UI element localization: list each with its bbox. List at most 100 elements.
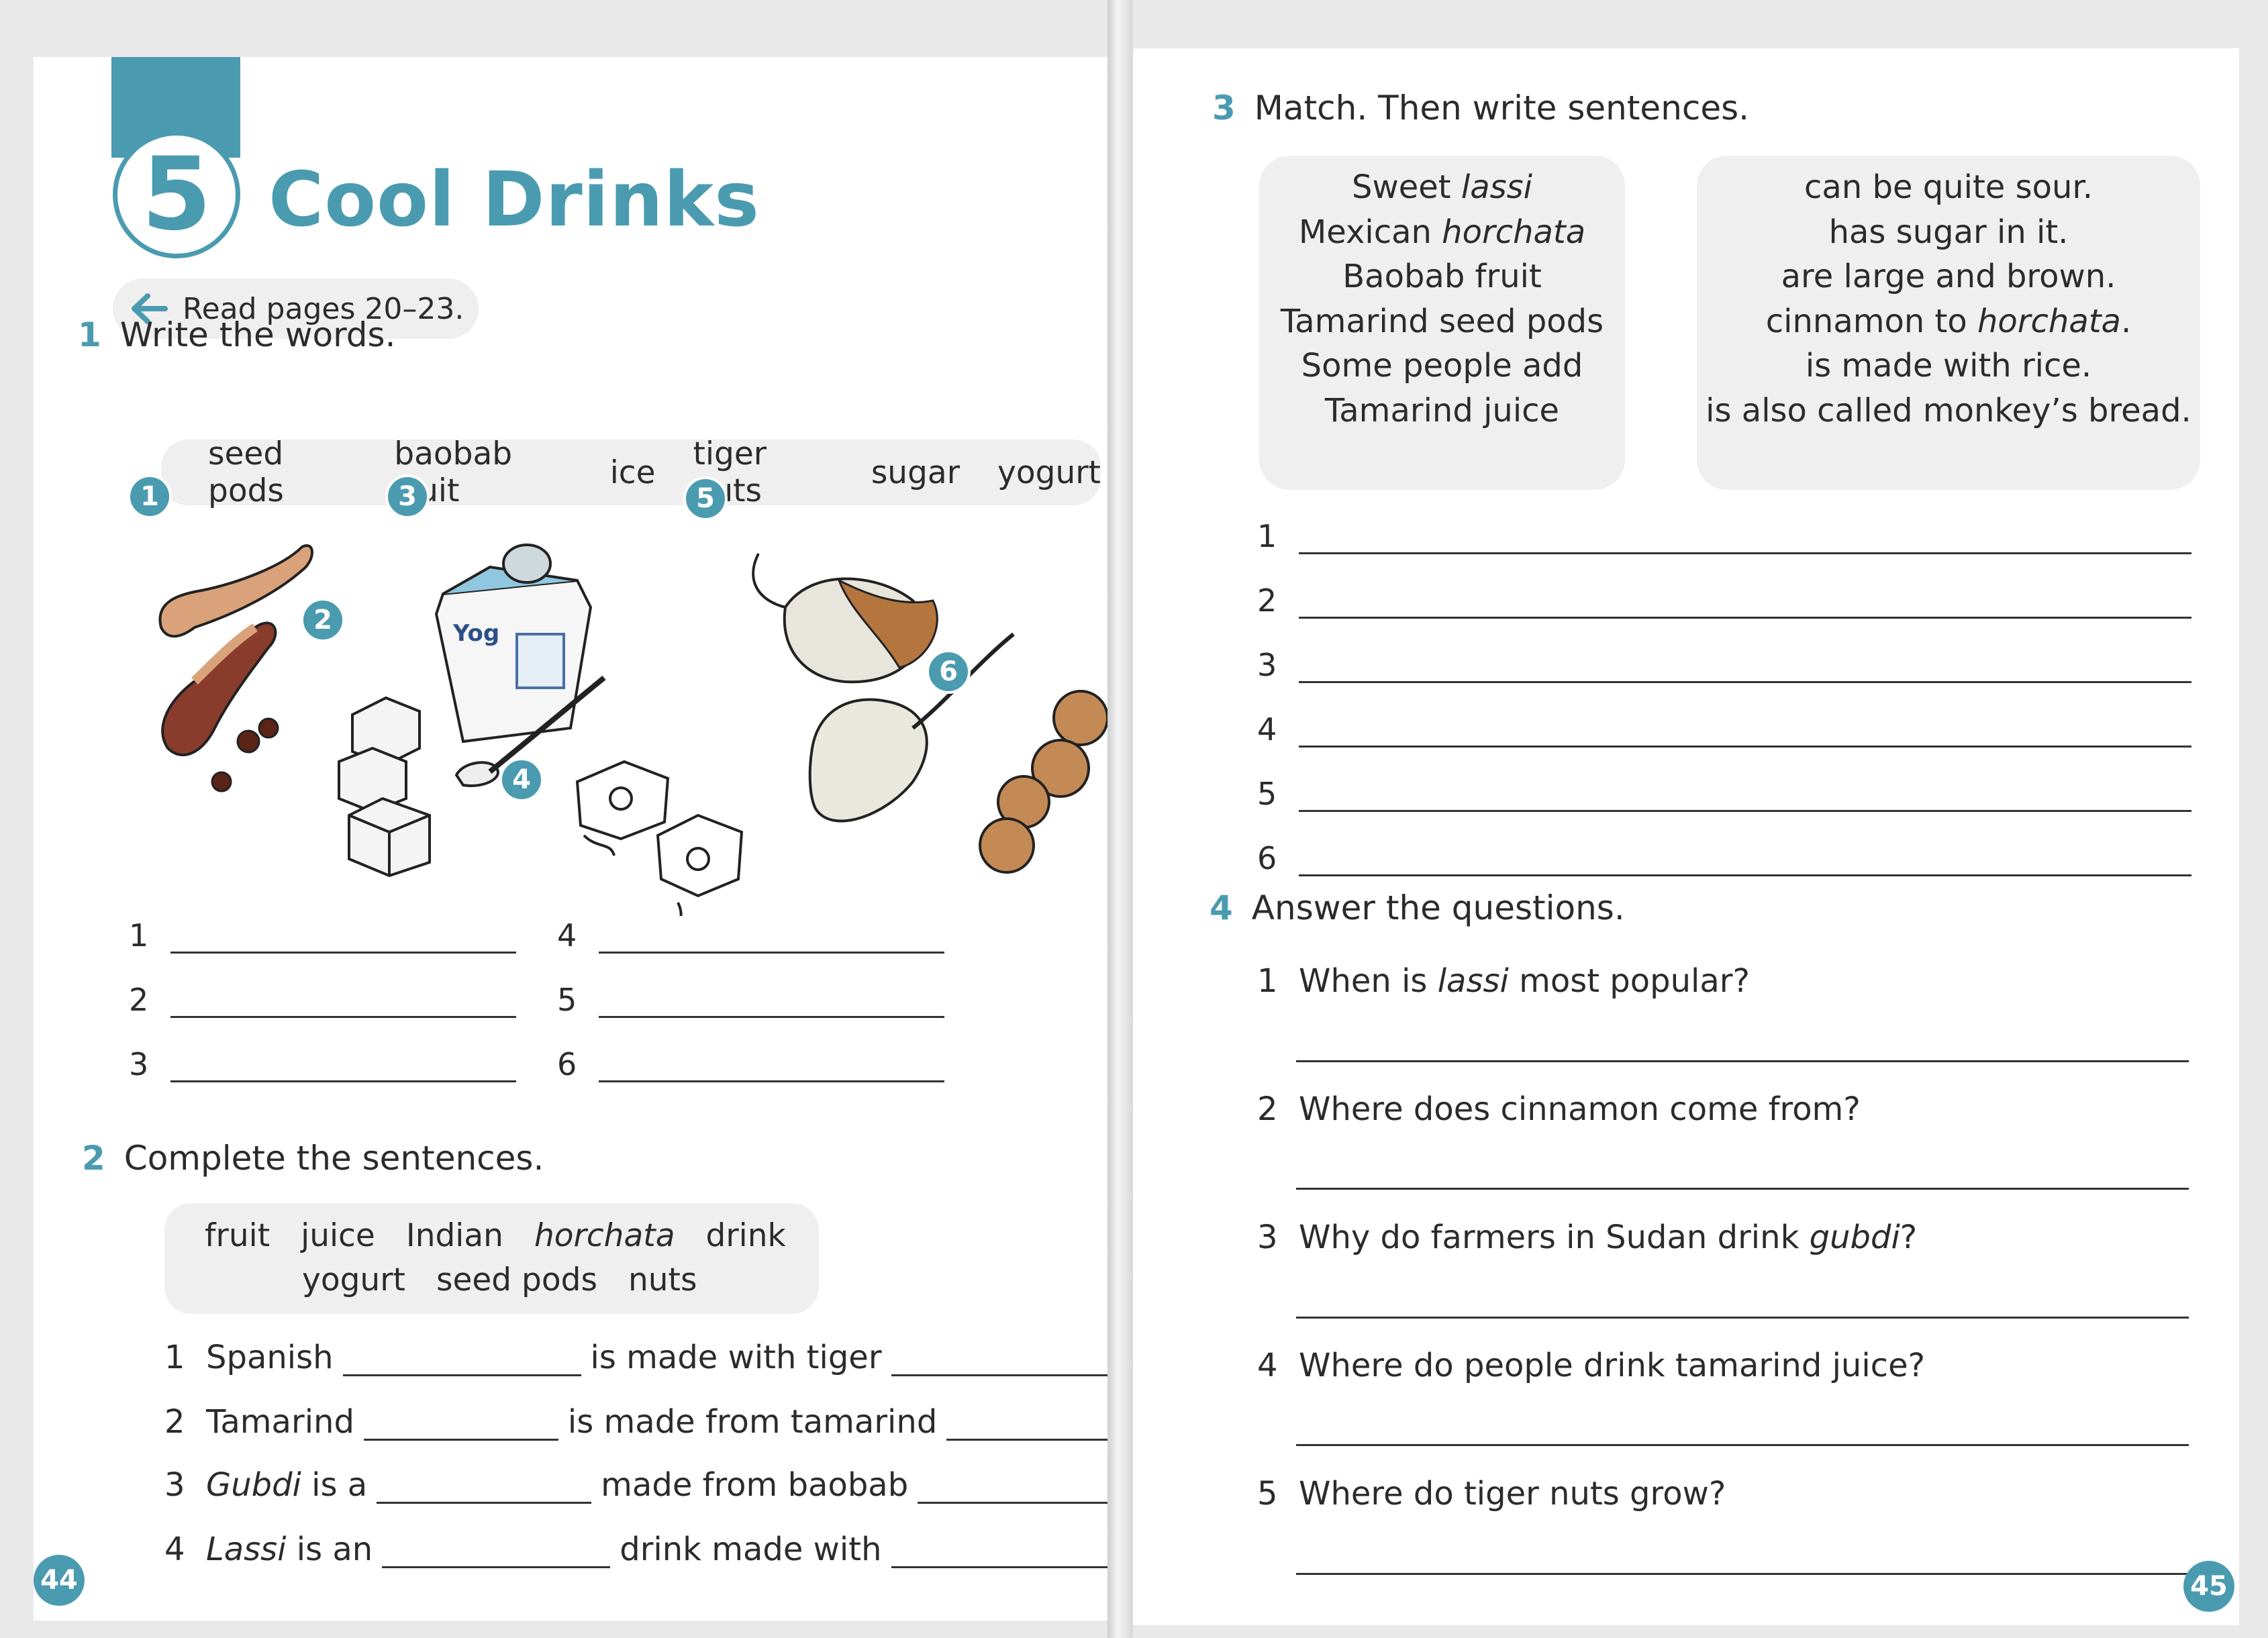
match-item-right[interactable]: is made with rice. bbox=[1697, 344, 2200, 389]
sentence-blank[interactable] bbox=[382, 1541, 611, 1568]
question-number: 5 bbox=[1257, 1475, 1278, 1513]
word: ice bbox=[609, 454, 656, 491]
sentence-blank[interactable] bbox=[363, 1414, 558, 1441]
answer-line-q3[interactable] bbox=[1296, 1317, 2189, 1319]
match-item-left[interactable]: Tamarind seed pods bbox=[1259, 299, 1625, 344]
answer-line-5[interactable]: 5 bbox=[557, 982, 944, 1018]
answer-line-q4[interactable] bbox=[1296, 1444, 2189, 1446]
sentence-middle: drink made with bbox=[620, 1531, 882, 1568]
sentence-line-5[interactable]: 5 bbox=[1257, 776, 2191, 812]
match-text: Some people add bbox=[1301, 347, 1583, 385]
question-number: 3 bbox=[1257, 1219, 1278, 1256]
sentence-line-4[interactable]: 4 bbox=[1257, 711, 2191, 748]
tiger-nuts-picture bbox=[979, 690, 1107, 874]
match-text: Mexican bbox=[1298, 213, 1442, 251]
match-italic-text: horchata bbox=[1442, 213, 1586, 251]
unit-number-badge: 5 bbox=[113, 131, 240, 258]
match-item-right[interactable]: cinnamon to horchata. bbox=[1697, 299, 2200, 344]
question-text: Where do people drink tamarind juice? bbox=[1299, 1347, 1926, 1384]
match-italic-text: horchata bbox=[1977, 302, 2121, 340]
answer-line-q1[interactable] bbox=[1296, 1060, 2189, 1062]
sentence-number: 4 bbox=[164, 1531, 185, 1568]
word-row: fruit juice Indian horchata drink bbox=[205, 1214, 819, 1258]
match-text: Tamarind juice bbox=[1324, 391, 1560, 429]
sentence-italic-word: Lassi bbox=[206, 1531, 287, 1568]
match-item-left[interactable]: Mexican horchata bbox=[1259, 210, 1625, 255]
line-number: 1 bbox=[1257, 518, 1277, 554]
sentence-line-2[interactable]: 2 bbox=[1257, 582, 2191, 619]
exercise-number: 1 bbox=[78, 315, 101, 354]
answer-line-q2[interactable] bbox=[1296, 1188, 2189, 1190]
sentence-line-6[interactable]: 6 bbox=[1257, 840, 2191, 876]
answer-blank[interactable] bbox=[599, 927, 944, 954]
answer-line-6[interactable]: 6 bbox=[557, 1046, 944, 1082]
answer-blank[interactable] bbox=[599, 1056, 944, 1082]
sentence-blank[interactable] bbox=[342, 1349, 581, 1376]
match-item-left[interactable]: Baobab fruit bbox=[1259, 254, 1625, 299]
sentence-middle: is made with tiger bbox=[590, 1339, 882, 1376]
sentence-number: 1 bbox=[164, 1339, 185, 1376]
sentence-blank[interactable] bbox=[1299, 527, 2191, 554]
sentence-blank[interactable] bbox=[1299, 850, 2191, 876]
page-number: 45 bbox=[2183, 1561, 2234, 1612]
sentence-blank[interactable] bbox=[891, 1349, 1107, 1376]
sentence-line-3[interactable]: 3 bbox=[1257, 647, 2191, 683]
word: drink bbox=[705, 1217, 786, 1254]
sentence-4: 4 Lassi is an drink made with . bbox=[164, 1531, 1107, 1568]
sentence-blank[interactable] bbox=[1299, 785, 2191, 812]
match-box-right: can be quite sour. has sugar in it. are … bbox=[1697, 156, 2200, 490]
match-item-left[interactable]: Tamarind juice bbox=[1259, 389, 1625, 433]
answer-line-3[interactable]: 3 bbox=[129, 1046, 516, 1082]
line-number: 3 bbox=[1257, 647, 1277, 683]
exercise-1-heading: 1 Write the words. bbox=[78, 315, 396, 354]
question-5: 5 Where do tiger nuts grow? bbox=[1257, 1475, 1726, 1513]
sentence-blank[interactable] bbox=[891, 1541, 1107, 1568]
picture-label-4: 4 bbox=[499, 758, 544, 802]
sentence-line-1[interactable]: 1 bbox=[1257, 518, 2191, 554]
word-box-2: fruit juice Indian horchata drink yogurt… bbox=[164, 1203, 819, 1314]
answer-blank[interactable] bbox=[170, 1056, 516, 1082]
match-item-left[interactable]: Sweet lassi bbox=[1259, 165, 1625, 210]
seed-pods-picture bbox=[158, 544, 313, 792]
match-box-left: Sweet lassi Mexican horchata Baobab frui… bbox=[1259, 156, 1625, 490]
answer-blank[interactable] bbox=[170, 927, 516, 954]
line-number: 3 bbox=[129, 1046, 149, 1082]
exercise-instruction: Answer the questions. bbox=[1251, 888, 1625, 927]
answer-line-2[interactable]: 2 bbox=[129, 982, 516, 1018]
sentence-blank[interactable] bbox=[377, 1477, 592, 1504]
picture-label-5: 5 bbox=[683, 476, 728, 521]
question-text: When is bbox=[1299, 962, 1438, 1000]
answer-line-q5[interactable] bbox=[1296, 1573, 2189, 1575]
sugar-cubes-picture bbox=[338, 696, 431, 878]
sentence-blank[interactable] bbox=[1299, 656, 2191, 683]
question-italic-text: lassi bbox=[1437, 962, 1509, 1000]
match-item-right[interactable]: is also called monkey’s bread. bbox=[1697, 389, 2200, 433]
answer-blank[interactable] bbox=[599, 991, 944, 1018]
match-item-right[interactable]: has sugar in it. bbox=[1697, 210, 2200, 255]
sentence-blank[interactable] bbox=[918, 1477, 1107, 1504]
sentence-italic-word: Gubdi bbox=[206, 1466, 301, 1504]
line-number: 2 bbox=[129, 982, 149, 1018]
question-4: 4 Where do people drink tamarind juice? bbox=[1257, 1347, 1925, 1384]
word: seed pods bbox=[436, 1262, 597, 1298]
answer-line-1[interactable]: 1 bbox=[129, 917, 516, 954]
sentence-middle: is made from tamarind bbox=[567, 1403, 938, 1441]
answer-blank[interactable] bbox=[170, 991, 516, 1018]
picture-label-2: 2 bbox=[301, 598, 345, 642]
word-row: yogurt seed pods nuts bbox=[205, 1258, 819, 1302]
word: fruit bbox=[205, 1217, 270, 1254]
match-item-right[interactable]: can be quite sour. bbox=[1697, 165, 2200, 210]
answer-line-4[interactable]: 4 bbox=[557, 917, 944, 954]
word: yogurt bbox=[302, 1262, 405, 1298]
word: Indian bbox=[405, 1217, 503, 1254]
ice-cubes-picture bbox=[575, 760, 744, 916]
sentence-blank[interactable] bbox=[946, 1414, 1107, 1441]
match-item-right[interactable]: are large and brown. bbox=[1697, 254, 2200, 299]
sentence-blank[interactable] bbox=[1299, 592, 2191, 619]
word: nuts bbox=[628, 1262, 697, 1298]
question-number: 1 bbox=[1257, 962, 1278, 1000]
question-text-end: ? bbox=[1900, 1219, 1918, 1256]
sentence-start: is a bbox=[311, 1466, 368, 1504]
match-item-left[interactable]: Some people add bbox=[1259, 344, 1625, 389]
sentence-blank[interactable] bbox=[1299, 721, 2191, 748]
